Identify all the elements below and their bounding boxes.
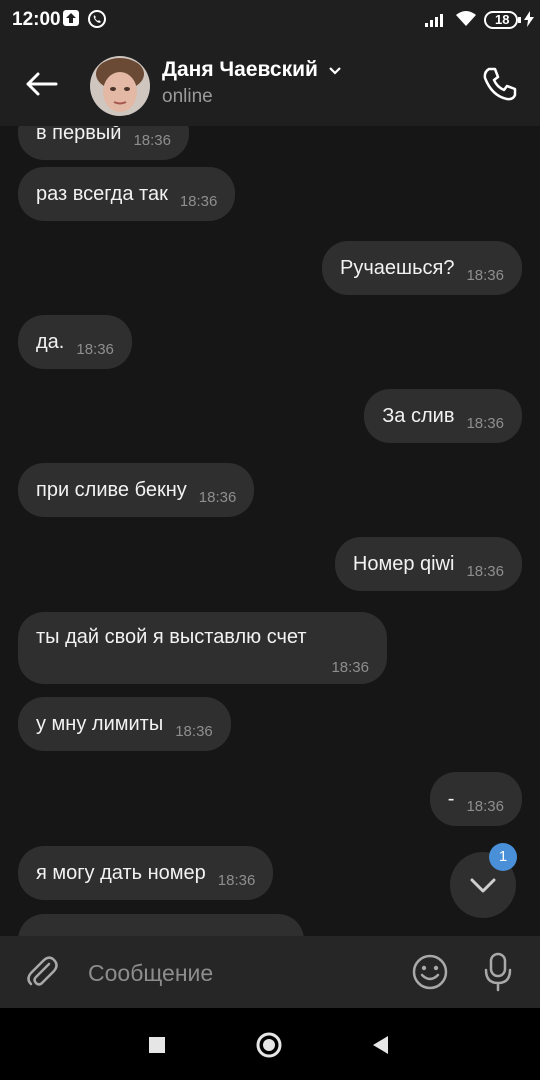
nav-circle-icon[interactable]	[252, 1028, 286, 1062]
charging-icon	[524, 11, 534, 32]
avatar[interactable]	[90, 56, 150, 116]
message-incoming-partial[interactable]	[18, 914, 304, 936]
wifi-icon	[455, 10, 477, 33]
message-text: в первый	[36, 126, 122, 144]
upload-icon	[62, 9, 80, 32]
whatsapp-icon	[87, 9, 107, 34]
message-time: 18:36	[331, 659, 369, 676]
message-time: 18:36	[76, 340, 114, 358]
nav-triangle-icon[interactable]	[364, 1028, 398, 1062]
message-incoming[interactable]: при сливе бекну 18:36	[18, 463, 255, 517]
message-incoming[interactable]: у мну лимиты 18:36	[18, 697, 231, 751]
message-time: 18:36	[466, 797, 504, 815]
chevron-down-icon	[328, 63, 342, 81]
message-time: 18:36	[466, 414, 504, 432]
system-nav-bar	[0, 1008, 540, 1080]
contact-info[interactable]: Даня Чаевский online	[162, 58, 342, 108]
message-text: ты дай свой я выставлю счет	[36, 626, 307, 648]
message-text: у мну лимиты	[36, 712, 164, 735]
message-time: 18:36	[466, 562, 504, 580]
message-time: 18:36	[175, 722, 213, 740]
message-list[interactable]: в первый 18:36 раз всегда так 18:36 Руча…	[0, 126, 540, 936]
phone-icon[interactable]	[480, 64, 520, 104]
message-incoming[interactable]: ты дай свой я выставлю счет 18:36	[18, 612, 387, 684]
message-incoming[interactable]: раз всегда так 18:36	[18, 167, 236, 221]
message-time: 18:36	[133, 131, 171, 149]
message-time: 18:36	[217, 871, 256, 889]
contact-name: Даня Чаевский	[162, 58, 318, 81]
message-text: раз всегда так	[36, 182, 168, 205]
message-text: я могу дать номер	[36, 861, 206, 884]
message-text: -	[447, 787, 455, 810]
message-text: Номер qiwi	[352, 552, 455, 575]
message-outgoing[interactable]: Ручаешься? 18:36	[322, 241, 522, 295]
signal-icon	[425, 11, 447, 32]
battery-level: 18	[495, 12, 510, 27]
chat-header: Даня Чаевский online	[0, 40, 540, 126]
nav-square-icon[interactable]	[140, 1028, 174, 1062]
message-text: Ручаешься?	[340, 256, 455, 279]
back-arrow-icon[interactable]	[22, 64, 62, 104]
message-text: да.	[36, 330, 65, 353]
emoji-icon[interactable]	[410, 952, 450, 992]
message-incoming[interactable]: да. 18:36	[18, 315, 132, 369]
message-outgoing[interactable]: Номер qiwi 18:36	[334, 537, 522, 591]
composer-bar	[0, 936, 540, 1008]
unread-badge: 1	[489, 843, 517, 871]
message-input[interactable]	[86, 950, 390, 996]
message-text: при сливе бекну	[36, 478, 187, 501]
message-time: 18:36	[198, 488, 237, 506]
contact-status: online	[162, 86, 213, 107]
status-time: 12:00	[12, 9, 61, 30]
message-time: 18:36	[179, 192, 218, 210]
message-incoming[interactable]: в первый 18:36	[18, 126, 189, 160]
status-bar: 12:00 18	[0, 0, 540, 40]
mic-icon[interactable]	[478, 950, 518, 994]
message-text: За слив	[382, 404, 455, 427]
message-outgoing[interactable]: - 18:36	[429, 772, 522, 826]
message-time: 18:36	[466, 266, 504, 284]
message-outgoing[interactable]: За слив 18:36	[364, 389, 522, 443]
message-incoming[interactable]: я могу дать номер 18:36	[18, 846, 274, 900]
attach-icon[interactable]	[22, 952, 62, 992]
